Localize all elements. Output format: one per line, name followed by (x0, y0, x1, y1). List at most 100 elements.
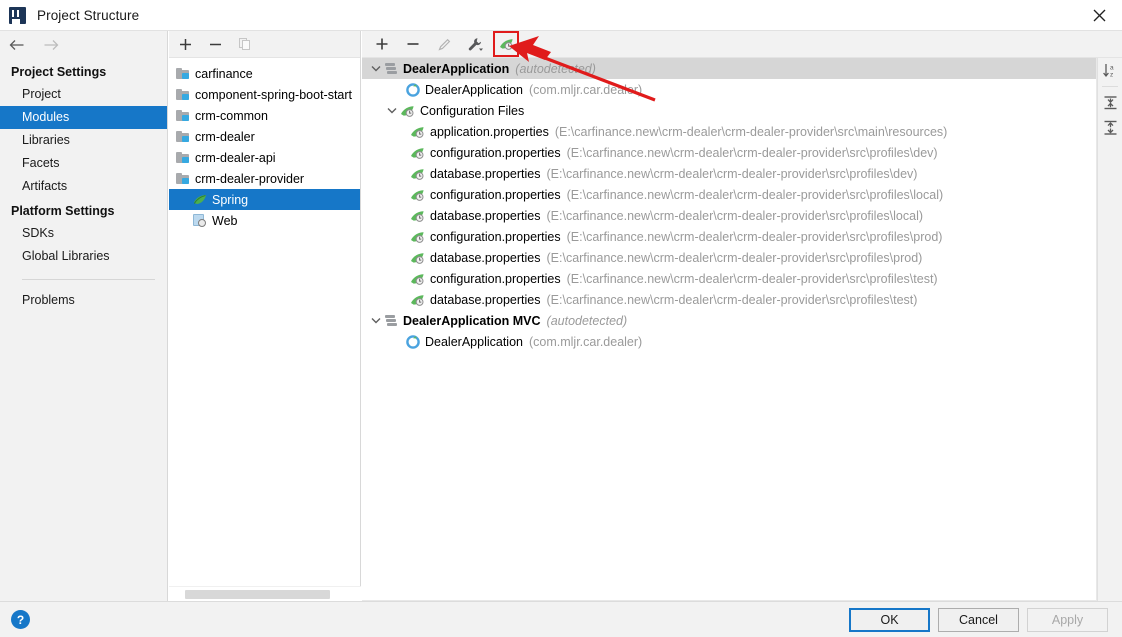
add-facet-button[interactable] (372, 34, 392, 54)
spring-leaf-icon (410, 251, 425, 265)
module-item-component-spring-boot-starter[interactable]: component-spring-boot-start (169, 84, 360, 105)
tree-row-note: (E:\carfinance.new\crm-dealer\crm-dealer… (547, 251, 923, 265)
tree-row-note: (autodetected) (547, 314, 628, 328)
chevron-down-icon[interactable] (368, 58, 384, 79)
tree-row-note: (E:\carfinance.new\crm-dealer\crm-dealer… (567, 230, 943, 244)
module-label: Web (212, 214, 237, 228)
collapse-all-button[interactable] (1098, 115, 1122, 140)
module-facet-item-web[interactable]: Web (169, 210, 360, 231)
apply-button[interactable]: Apply (1027, 608, 1108, 632)
sidebar-navigation (0, 31, 167, 59)
sidebar-item-project[interactable]: Project (0, 83, 167, 106)
spring-leaf-icon (410, 146, 425, 160)
copy-module-button[interactable] (237, 36, 253, 52)
module-item-crm-dealer-provider[interactable]: crm-dealer-provider (169, 168, 360, 189)
sidebar-item-artifacts[interactable]: Artifacts (0, 175, 167, 198)
tree-row-label: DealerApplication (403, 62, 509, 76)
spring-leaf-icon (410, 272, 425, 286)
expand-all-icon (1102, 94, 1119, 111)
tree-row-note: (E:\carfinance.new\crm-dealer\crm-dealer… (567, 146, 938, 160)
spring-leaf-icon (400, 104, 415, 118)
ok-button[interactable]: OK (849, 608, 930, 632)
arrow-right-icon[interactable] (42, 39, 59, 51)
tree-row[interactable]: DealerApplication (com.mljr.car.dealer) (362, 79, 1096, 100)
tree-row-note: (E:\carfinance.new\crm-dealer\crm-dealer… (567, 272, 938, 286)
tree-row[interactable]: DealerApplication MVC (autodetected) (362, 310, 1096, 331)
facet-toolbar (362, 31, 1122, 58)
wrench-dropdown-icon (467, 37, 484, 52)
scrollbar-thumb[interactable] (185, 590, 330, 599)
plus-icon (375, 37, 389, 51)
spring-leaf-icon (410, 125, 425, 139)
sidebar-item-problems[interactable]: Problems (0, 289, 167, 312)
project-structure-dialog: Project Structure Project Settings Proje… (0, 0, 1122, 637)
tree-row[interactable]: configuration.properties (E:\carfinance.… (362, 226, 1096, 247)
edit-facet-button[interactable] (434, 34, 454, 54)
facet-tree: DealerApplication (autodetected) DealerA… (362, 58, 1097, 601)
tree-row-label: Configuration Files (420, 104, 524, 118)
help-button[interactable]: ? (11, 610, 30, 629)
sidebar-item-modules[interactable]: Modules (0, 106, 167, 129)
sidebar-group-project-settings: Project Settings (0, 59, 167, 83)
facet-settings-button[interactable] (465, 34, 485, 54)
cancel-button[interactable]: Cancel (938, 608, 1019, 632)
dialog-buttons: OK Cancel Apply (849, 608, 1108, 632)
module-item-carfinance[interactable]: carfinance (169, 63, 360, 84)
tree-row[interactable]: database.properties (E:\carfinance.new\c… (362, 163, 1096, 184)
arrow-left-icon[interactable] (9, 39, 26, 51)
minus-icon (406, 37, 420, 51)
module-item-crm-common[interactable]: crm-common (169, 105, 360, 126)
module-item-crm-dealer[interactable]: crm-dealer (169, 126, 360, 147)
spring-bean-icon (406, 335, 420, 349)
modules-list: carfinance component-spring-boot-start c… (169, 58, 360, 231)
chevron-down-icon[interactable] (384, 100, 400, 121)
module-icon (176, 89, 190, 101)
spring-leaf-icon (410, 167, 425, 181)
window-title: Project Structure (37, 8, 139, 23)
close-icon (1093, 9, 1106, 22)
module-icon (176, 110, 190, 122)
sidebar-divider (22, 279, 155, 280)
remove-facet-button[interactable] (403, 34, 423, 54)
tree-row[interactable]: database.properties (E:\carfinance.new\c… (362, 289, 1096, 310)
sidebar-item-facets[interactable]: Facets (0, 152, 167, 175)
web-icon (193, 214, 207, 227)
tree-row[interactable]: configuration.properties (E:\carfinance.… (362, 142, 1096, 163)
tree-row-note: (E:\carfinance.new\crm-dealer\crm-dealer… (567, 188, 944, 202)
facet-detail-panel: DealerApplication (autodetected) DealerA… (362, 31, 1122, 601)
tree-row[interactable]: DealerApplication (autodetected) (362, 58, 1096, 79)
modules-horizontal-scrollbar[interactable] (169, 586, 361, 601)
spring-config-button[interactable] (496, 34, 516, 54)
tree-row[interactable]: database.properties (E:\carfinance.new\c… (362, 205, 1096, 226)
sidebar-group-platform-settings: Platform Settings (0, 198, 167, 222)
tree-row-label: configuration.properties (430, 188, 561, 202)
module-item-crm-dealer-api[interactable]: crm-dealer-api (169, 147, 360, 168)
sidebar-item-sdks[interactable]: SDKs (0, 222, 167, 245)
tree-row-label: database.properties (430, 209, 541, 223)
close-window-button[interactable] (1076, 0, 1122, 31)
spring-leaf-icon (193, 193, 207, 206)
tree-row[interactable]: configuration.properties (E:\carfinance.… (362, 184, 1096, 205)
chevron-down-icon[interactable] (368, 310, 384, 331)
module-label: crm-dealer (195, 130, 255, 144)
sidebar-item-global-libraries[interactable]: Global Libraries (0, 245, 167, 268)
module-facet-item-spring[interactable]: Spring (169, 189, 360, 210)
tree-row[interactable]: database.properties (E:\carfinance.new\c… (362, 247, 1096, 268)
tree-row[interactable]: application.properties (E:\carfinance.ne… (362, 121, 1096, 142)
spring-leaf-icon (499, 37, 514, 51)
sidebar-item-libraries[interactable]: Libraries (0, 129, 167, 152)
intellij-idea-logo-icon (9, 7, 26, 24)
remove-module-button[interactable] (207, 36, 223, 52)
plus-icon (179, 38, 192, 51)
tree-row[interactable]: configuration.properties (E:\carfinance.… (362, 268, 1096, 289)
tree-row-note: (E:\carfinance.new\crm-dealer\crm-dealer… (547, 293, 918, 307)
module-label: crm-common (195, 109, 268, 123)
tree-row[interactable]: DealerApplication (com.mljr.car.dealer) (362, 331, 1096, 352)
sort-alphabetically-button[interactable]: a z (1098, 58, 1122, 83)
tree-row[interactable]: Configuration Files (362, 100, 1096, 121)
module-icon (176, 173, 190, 185)
tree-row-note: (E:\carfinance.new\crm-dealer\crm-dealer… (555, 125, 947, 139)
pencil-icon (437, 37, 452, 52)
add-module-button[interactable] (177, 36, 193, 52)
expand-all-button[interactable] (1098, 90, 1122, 115)
